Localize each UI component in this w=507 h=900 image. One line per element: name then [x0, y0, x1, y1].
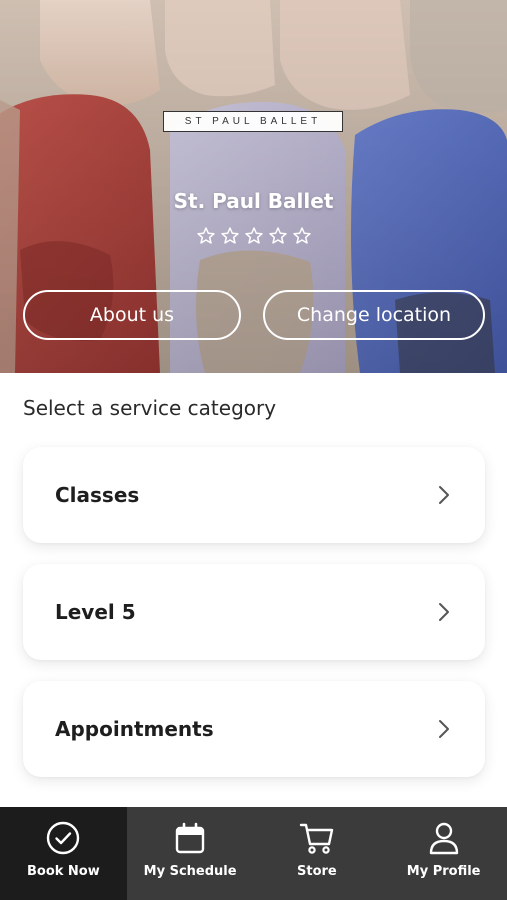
star-icon	[196, 227, 215, 244]
studio-name: St. Paul Ballet	[173, 189, 334, 213]
section-title: Select a service category	[23, 396, 277, 420]
chevron-right-icon	[439, 486, 449, 504]
rating-stars	[0, 226, 507, 246]
user-icon	[429, 822, 458, 855]
tab-store[interactable]: Store	[254, 807, 381, 900]
check-circle-icon	[47, 821, 80, 855]
star-icon	[292, 227, 311, 244]
change-location-button[interactable]: Change location	[263, 290, 485, 340]
logo-text: ST PAUL BALLET	[184, 116, 322, 127]
category-card-classes[interactable]: Classes	[23, 447, 485, 543]
chevron-right-icon	[439, 720, 449, 738]
hero-banner: ST PAUL BALLET St. Paul Ballet About us …	[0, 0, 507, 373]
category-label: Appointments	[55, 717, 214, 741]
studio-logo: ST PAUL BALLET	[163, 111, 343, 132]
about-us-button[interactable]: About us	[23, 290, 241, 340]
category-label: Classes	[55, 483, 140, 507]
star-icon	[244, 227, 263, 244]
tab-label: My Schedule	[143, 864, 237, 879]
tab-label: My Profile	[406, 864, 481, 879]
cart-icon	[299, 823, 334, 854]
calendar-icon	[175, 822, 205, 854]
bottom-tab-bar: Book Now My Schedule Store My Profile	[0, 807, 507, 900]
tab-my-schedule[interactable]: My Schedule	[127, 807, 254, 900]
tab-label: Store	[297, 864, 337, 879]
category-card-appointments[interactable]: Appointments	[23, 681, 485, 777]
tab-label: Book Now	[26, 864, 100, 879]
category-label: Level 5	[55, 600, 136, 624]
star-icon	[268, 227, 287, 244]
chevron-right-icon	[439, 603, 449, 621]
category-card-level-5[interactable]: Level 5	[23, 564, 485, 660]
tab-my-profile[interactable]: My Profile	[380, 807, 507, 900]
tab-book-now[interactable]: Book Now	[0, 807, 127, 900]
star-icon	[220, 227, 239, 244]
